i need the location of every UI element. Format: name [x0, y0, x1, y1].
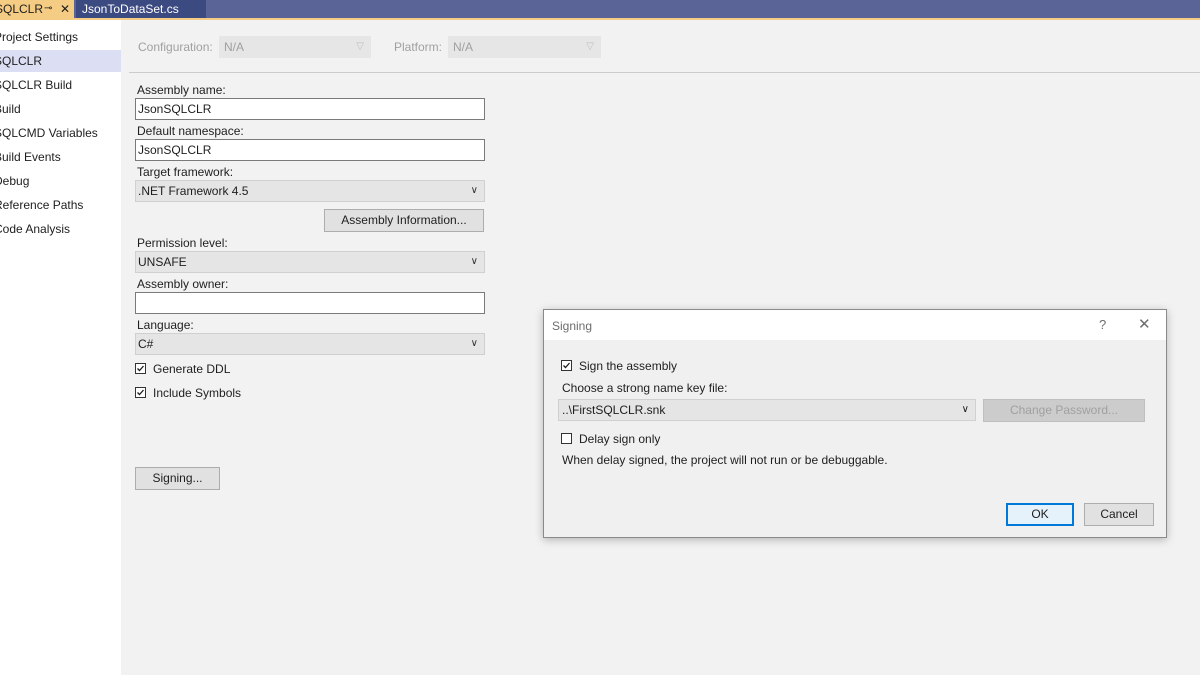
key-file-label: Choose a strong name key file:	[562, 381, 728, 395]
checkmark-icon	[135, 387, 146, 398]
assembly-information-button[interactable]: Assembly Information...	[324, 209, 484, 232]
assembly-owner-input[interactable]	[135, 292, 485, 314]
platform-select: N/A ▽	[448, 36, 601, 58]
sidebar-item-sqlcmd-variables[interactable]: SQLCMD Variables	[0, 122, 121, 144]
assembly-name-label: Assembly name:	[137, 83, 226, 97]
chevron-down-icon: ▽	[586, 41, 594, 52]
permission-level-select[interactable]: UNSAFE ∨	[135, 251, 485, 273]
pin-icon[interactable]: ⊸	[44, 0, 52, 18]
signing-dialog: Signing ? ✕ Sign the assembly Choose a s…	[543, 309, 1167, 538]
sidebar-item-reference-paths[interactable]: Reference Paths	[0, 194, 121, 216]
platform-value: N/A	[453, 40, 474, 54]
language-label: Language:	[137, 318, 194, 332]
sidebar-item-sqlclr-build[interactable]: SQLCLR Build	[0, 74, 121, 96]
property-pages-nav: Project Settings SQLCLR SQLCLR Build Bui…	[0, 20, 121, 675]
sidebar-item-label: Debug	[0, 174, 30, 188]
sidebar-item-build-events[interactable]: Build Events	[0, 146, 121, 168]
include-symbols-label: Include Symbols	[153, 386, 242, 400]
delay-sign-label: Delay sign only	[579, 432, 661, 446]
close-icon[interactable]: ✕	[1138, 315, 1151, 333]
chevron-down-icon: ∨	[470, 338, 478, 349]
sidebar-item-label: Build Events	[0, 150, 61, 164]
divider	[129, 72, 1200, 73]
configuration-label: Configuration:	[138, 40, 213, 54]
sign-assembly-label: Sign the assembly	[579, 359, 678, 373]
sidebar-item-label: SQLCLR Build	[0, 78, 73, 92]
target-framework-label: Target framework:	[137, 165, 234, 179]
chevron-down-icon: ∨	[470, 256, 478, 267]
signing-button[interactable]: Signing...	[135, 467, 220, 490]
checkmark-icon	[561, 360, 572, 371]
chevron-down-icon: ▽	[356, 41, 364, 52]
sidebar-item-label: Project Settings	[0, 30, 79, 44]
document-tab-strip: SQLCLR ⊸ ✕ JsonToDataSet.cs	[0, 0, 1200, 20]
assembly-owner-label: Assembly owner:	[137, 277, 229, 291]
tab-jsontodataset[interactable]: JsonToDataSet.cs	[76, 0, 206, 18]
target-framework-select[interactable]: .NET Framework 4.5 ∨	[135, 180, 485, 202]
key-file-select[interactable]: ..\FirstSQLCLR.snk ∨	[558, 399, 976, 421]
checkmark-icon	[135, 363, 146, 374]
sidebar-item-build[interactable]: Build	[0, 98, 121, 120]
tab-sqlclr-properties[interactable]: SQLCLR ⊸ ✕	[0, 0, 74, 18]
ok-button[interactable]: OK	[1006, 503, 1074, 526]
permission-level-value: UNSAFE	[138, 255, 187, 269]
target-framework-value: .NET Framework 4.5	[138, 184, 249, 198]
tab-label: JsonToDataSet.cs	[82, 2, 179, 16]
sidebar-item-debug[interactable]: Debug	[0, 170, 121, 192]
platform-label: Platform:	[394, 40, 443, 54]
configuration-select: N/A ▽	[219, 36, 371, 58]
checkbox-empty-icon	[561, 433, 572, 444]
sidebar-item-label: SQLCLR	[0, 54, 43, 68]
default-namespace-label: Default namespace:	[137, 124, 244, 138]
language-value: C#	[138, 337, 154, 351]
permission-level-label: Permission level:	[137, 236, 228, 250]
sidebar-item-project-settings[interactable]: Project Settings	[0, 26, 121, 48]
chevron-down-icon: ∨	[470, 185, 478, 196]
delay-sign-note: When delay signed, the project will not …	[562, 453, 888, 467]
cancel-button[interactable]: Cancel	[1084, 503, 1154, 526]
dialog-titlebar: Signing ? ✕	[544, 310, 1166, 340]
tab-label: SQLCLR	[0, 2, 44, 16]
change-password-button: Change Password...	[983, 399, 1145, 422]
configuration-value: N/A	[224, 40, 245, 54]
assembly-name-input[interactable]: JsonSQLCLR	[135, 98, 485, 120]
sidebar-item-code-analysis[interactable]: Code Analysis	[0, 218, 121, 240]
generate-ddl-label: Generate DDL	[153, 362, 231, 376]
chevron-down-icon: ∨	[961, 404, 969, 415]
dialog-title: Signing	[552, 319, 593, 333]
language-select[interactable]: C# ∨	[135, 333, 485, 355]
sidebar-item-label: Build	[0, 102, 21, 116]
default-namespace-input[interactable]: JsonSQLCLR	[135, 139, 485, 161]
help-icon[interactable]: ?	[1099, 317, 1106, 332]
sidebar-item-label: Reference Paths	[0, 198, 84, 212]
sidebar-item-sqlclr[interactable]: SQLCLR	[0, 50, 121, 72]
close-tab-icon[interactable]: ✕	[60, 0, 70, 18]
key-file-value: ..\FirstSQLCLR.snk	[562, 403, 666, 417]
sidebar-item-label: SQLCMD Variables	[0, 126, 98, 140]
sidebar-item-label: Code Analysis	[0, 222, 71, 236]
